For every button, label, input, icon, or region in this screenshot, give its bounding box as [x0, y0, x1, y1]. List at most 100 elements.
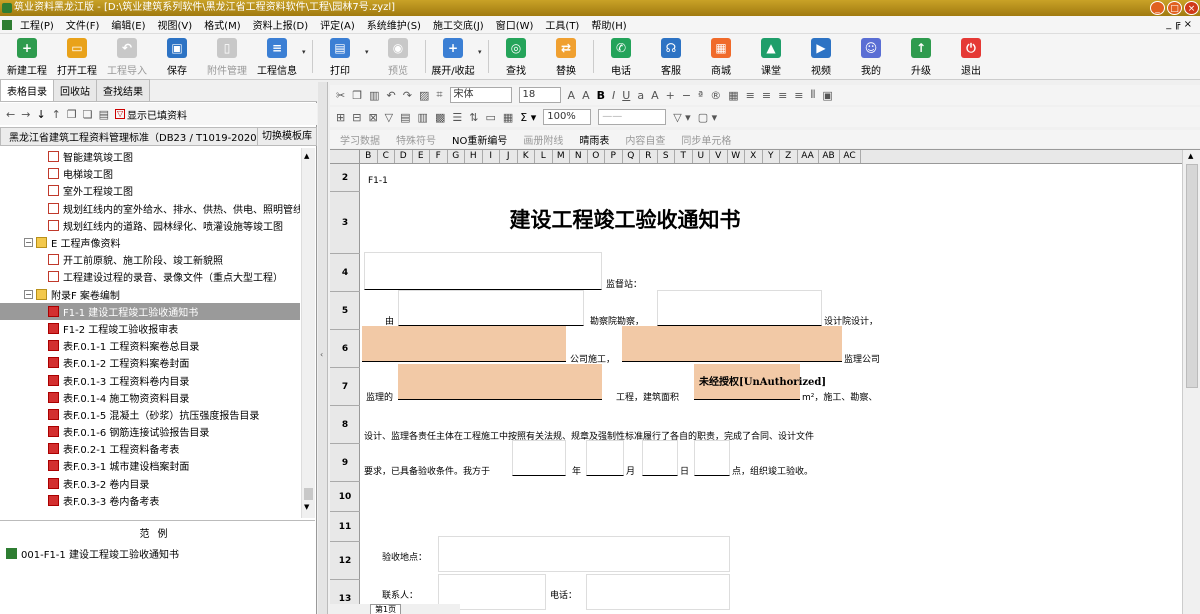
row-header[interactable]: 3	[330, 192, 360, 254]
column-header[interactable]: I	[483, 150, 500, 163]
row-header[interactable]: 8	[330, 406, 360, 444]
insert-image-icon[interactable]: ▨	[419, 89, 429, 102]
project-name-input[interactable]	[398, 364, 602, 400]
line-color-icon[interactable]: ▽ ▾	[673, 111, 690, 124]
close-button[interactable]: ×	[1184, 1, 1199, 15]
align-right-icon[interactable]: ≡	[778, 89, 787, 102]
show-filled-checkbox[interactable]: ▽ 显示已填资料	[115, 107, 187, 122]
learn-data-button[interactable]: 学习数据	[340, 132, 380, 147]
row-header[interactable]: 9	[330, 444, 360, 482]
column-header[interactable]: D	[395, 150, 413, 163]
panel-splitter[interactable]: ‹	[318, 82, 328, 614]
dropdown-arrow-icon[interactable]: ▾	[302, 34, 310, 79]
column-header[interactable]: N	[570, 150, 588, 163]
menu-edit[interactable]: 编辑(E)	[105, 17, 151, 32]
font-shrink-icon[interactable]: A	[582, 89, 590, 102]
tree-item[interactable]: 规划红线内的道路、园林绿化、喷灌设施等竣工图	[0, 217, 300, 234]
new-project-button[interactable]: + 新建工程	[2, 34, 52, 79]
month-input[interactable]	[586, 440, 624, 476]
expand-button[interactable]: + 展开/收起	[428, 34, 478, 79]
tree-scrollbar[interactable]: ▲ ▼	[301, 148, 315, 518]
tab-search-results[interactable]: 查找结果	[96, 79, 150, 101]
supervision-station-input[interactable]	[364, 252, 602, 290]
tab-recycle-bin[interactable]: 回收站	[53, 79, 97, 101]
switch-template-button[interactable]: 切换模板库	[257, 128, 316, 145]
tree-item[interactable]: 工程建设过程的录音、录像文件（重点大型工程）	[0, 268, 300, 285]
replace-button[interactable]: ⇄ 替换	[541, 34, 591, 79]
column-header[interactable]: H	[465, 150, 483, 163]
tree-item[interactable]: F1-1 建设工程竣工验收通知书	[0, 302, 300, 320]
row-header[interactable]: 2	[330, 164, 360, 192]
column-header[interactable]: C	[378, 150, 395, 163]
project-info-button[interactable]: ≡ 工程信息	[252, 34, 302, 79]
column-header[interactable]: Z	[780, 150, 798, 163]
merge-icon[interactable]: ⊠	[368, 111, 377, 124]
hour-input[interactable]	[694, 440, 730, 476]
tree-item[interactable]: 表F.0.1-2 工程资料案卷封面	[0, 354, 300, 371]
menu-format[interactable]: 格式(M)	[198, 17, 246, 32]
underline-icon[interactable]: U	[622, 89, 630, 102]
self-check-button[interactable]: 内容自查	[625, 132, 665, 147]
save-button[interactable]: ▣ 保存	[152, 34, 202, 79]
sync-cells-button[interactable]: 同步单元格	[681, 132, 731, 147]
class-button[interactable]: ▲ 课堂	[746, 34, 796, 79]
column-header[interactable]: F	[430, 150, 448, 163]
move-down-icon[interactable]: ↓	[36, 108, 45, 121]
column-header[interactable]: G	[448, 150, 465, 163]
tree-item[interactable]: 表F.0.1-4 施工物资资料目录	[0, 389, 300, 406]
menu-file[interactable]: 文件(F)	[60, 17, 106, 32]
column-header[interactable]: J	[500, 150, 518, 163]
column-header[interactable]: K	[518, 150, 535, 163]
plus-icon[interactable]: +	[666, 89, 675, 102]
row-header[interactable]: 12	[330, 542, 360, 580]
shop-button[interactable]: ▦ 商城	[696, 34, 746, 79]
tree-item[interactable]: 表F.0.1-3 工程资料卷内目录	[0, 371, 300, 388]
undo-icon[interactable]: ↶	[387, 89, 396, 102]
tree-item[interactable]: 表F.0.3-3 卷内备考表	[0, 492, 300, 509]
table-icon[interactable]: ▤	[99, 108, 109, 121]
sheet-tab-page1[interactable]: 第1页	[370, 604, 402, 614]
tree-item[interactable]: 智能建筑竣工图	[0, 148, 300, 165]
column-header[interactable]: B	[360, 150, 378, 163]
justify-icon[interactable]: ≡	[794, 89, 803, 102]
row-header[interactable]: 5	[330, 292, 360, 330]
tree-item[interactable]: 电梯竣工图	[0, 165, 300, 182]
search-button[interactable]: ◎ 查找	[491, 34, 541, 79]
tab-catalog[interactable]: 表格目录	[0, 79, 54, 101]
scroll-up-icon[interactable]: ▲	[304, 152, 309, 160]
weather-table-button[interactable]: 晴雨表	[579, 132, 609, 147]
grid-icon[interactable]: ▣	[822, 89, 832, 102]
video-button[interactable]: ▶ 视频	[796, 34, 846, 79]
renumber-button[interactable]: NO重新编号	[452, 132, 507, 147]
wrap-icon[interactable]: ▭	[485, 111, 495, 124]
scroll-thumb[interactable]	[1186, 164, 1198, 388]
paste-icon[interactable]: ❏	[83, 108, 93, 121]
column-header[interactable]: O	[588, 150, 605, 163]
collapse-toggle-icon[interactable]: −	[24, 289, 33, 299]
exit-button[interactable]: ⏻ 退出	[946, 34, 996, 79]
tree-item[interactable]: 表F.0.1-5 混凝土（砂浆）抗压强度报告目录	[0, 406, 300, 423]
building-area-input[interactable]: 未经授权[UnAuthorized]	[694, 364, 826, 400]
preview-button[interactable]: ◉ 预览	[373, 34, 423, 79]
menu-project[interactable]: 工程(P)	[14, 17, 60, 32]
album-line-button[interactable]: 画册附线	[523, 132, 563, 147]
menu-window[interactable]: 窗口(W)	[490, 17, 540, 32]
support-button[interactable]: ☊ 客服	[646, 34, 696, 79]
scroll-down-icon[interactable]: ▼	[304, 503, 309, 511]
column-header[interactable]: W	[728, 150, 745, 163]
align-left-icon[interactable]: ≡	[746, 89, 755, 102]
dropdown-arrow-icon[interactable]: ▾	[478, 34, 486, 79]
redo-icon[interactable]: ↷	[403, 89, 412, 102]
maximize-button[interactable]: □	[1167, 1, 1182, 15]
corner-cell[interactable]	[330, 150, 360, 164]
border-icon[interactable]: ▦	[728, 89, 738, 102]
filter-icon[interactable]: ▽	[385, 111, 393, 124]
construction-company-input[interactable]	[362, 326, 566, 362]
font-name-select[interactable]: 宋体	[449, 87, 512, 103]
strike-icon[interactable]: a	[637, 89, 644, 102]
tree-item[interactable]: 表F.0.2-1 工程资料备考表	[0, 440, 300, 457]
day-input[interactable]	[642, 440, 678, 476]
copy-icon[interactable]: ❐	[352, 89, 362, 102]
font-size-select[interactable]: 18	[518, 87, 561, 103]
print-button[interactable]: ▤ 打印	[315, 34, 365, 79]
